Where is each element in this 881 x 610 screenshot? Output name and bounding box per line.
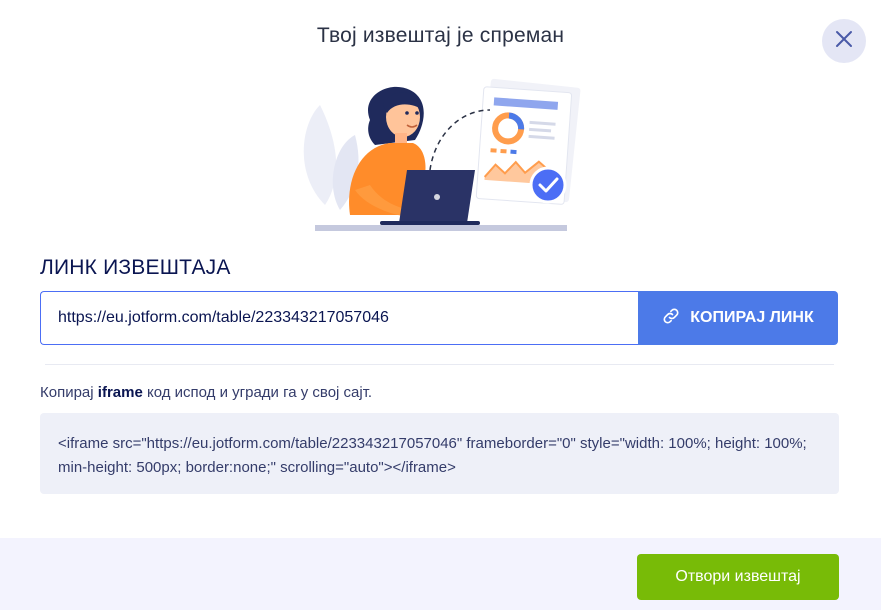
report-ready-modal: Твој извештај је спреман ЛИНК ИЗВЕШТАЈА … [0, 0, 881, 610]
embed-instructions: Копирај iframe код испод и угради га у с… [40, 384, 372, 401]
iframe-code-box[interactable]: <iframe src="https://eu.jotform.com/tabl… [40, 413, 839, 494]
modal-footer: Отвори извештај [0, 538, 881, 610]
close-button[interactable] [822, 19, 866, 63]
instructions-iframe: iframe [97, 384, 143, 401]
report-link-field[interactable]: https://eu.jotform.com/table/22334321705… [40, 291, 638, 345]
copy-link-label: КОПИРАЈ ЛИНК [690, 309, 814, 326]
instructions-suffix: код испод и угради га у свој сајт. [142, 384, 373, 401]
report-ready-illustration [295, 75, 585, 237]
section-divider [45, 364, 834, 365]
instructions-prefix: Копирај [40, 384, 98, 401]
open-report-button[interactable]: Отвори извештај [637, 554, 839, 600]
close-icon [835, 30, 853, 53]
check-badge-icon [529, 166, 567, 204]
report-link-heading: ЛИНК ИЗВЕШТАЈА [40, 256, 231, 279]
copy-link-button[interactable]: КОПИРАЈ ЛИНК [638, 291, 838, 345]
report-link-row: https://eu.jotform.com/table/22334321705… [40, 291, 839, 345]
modal-title: Твој извештај је спреман [316, 24, 565, 47]
link-icon [662, 307, 680, 330]
